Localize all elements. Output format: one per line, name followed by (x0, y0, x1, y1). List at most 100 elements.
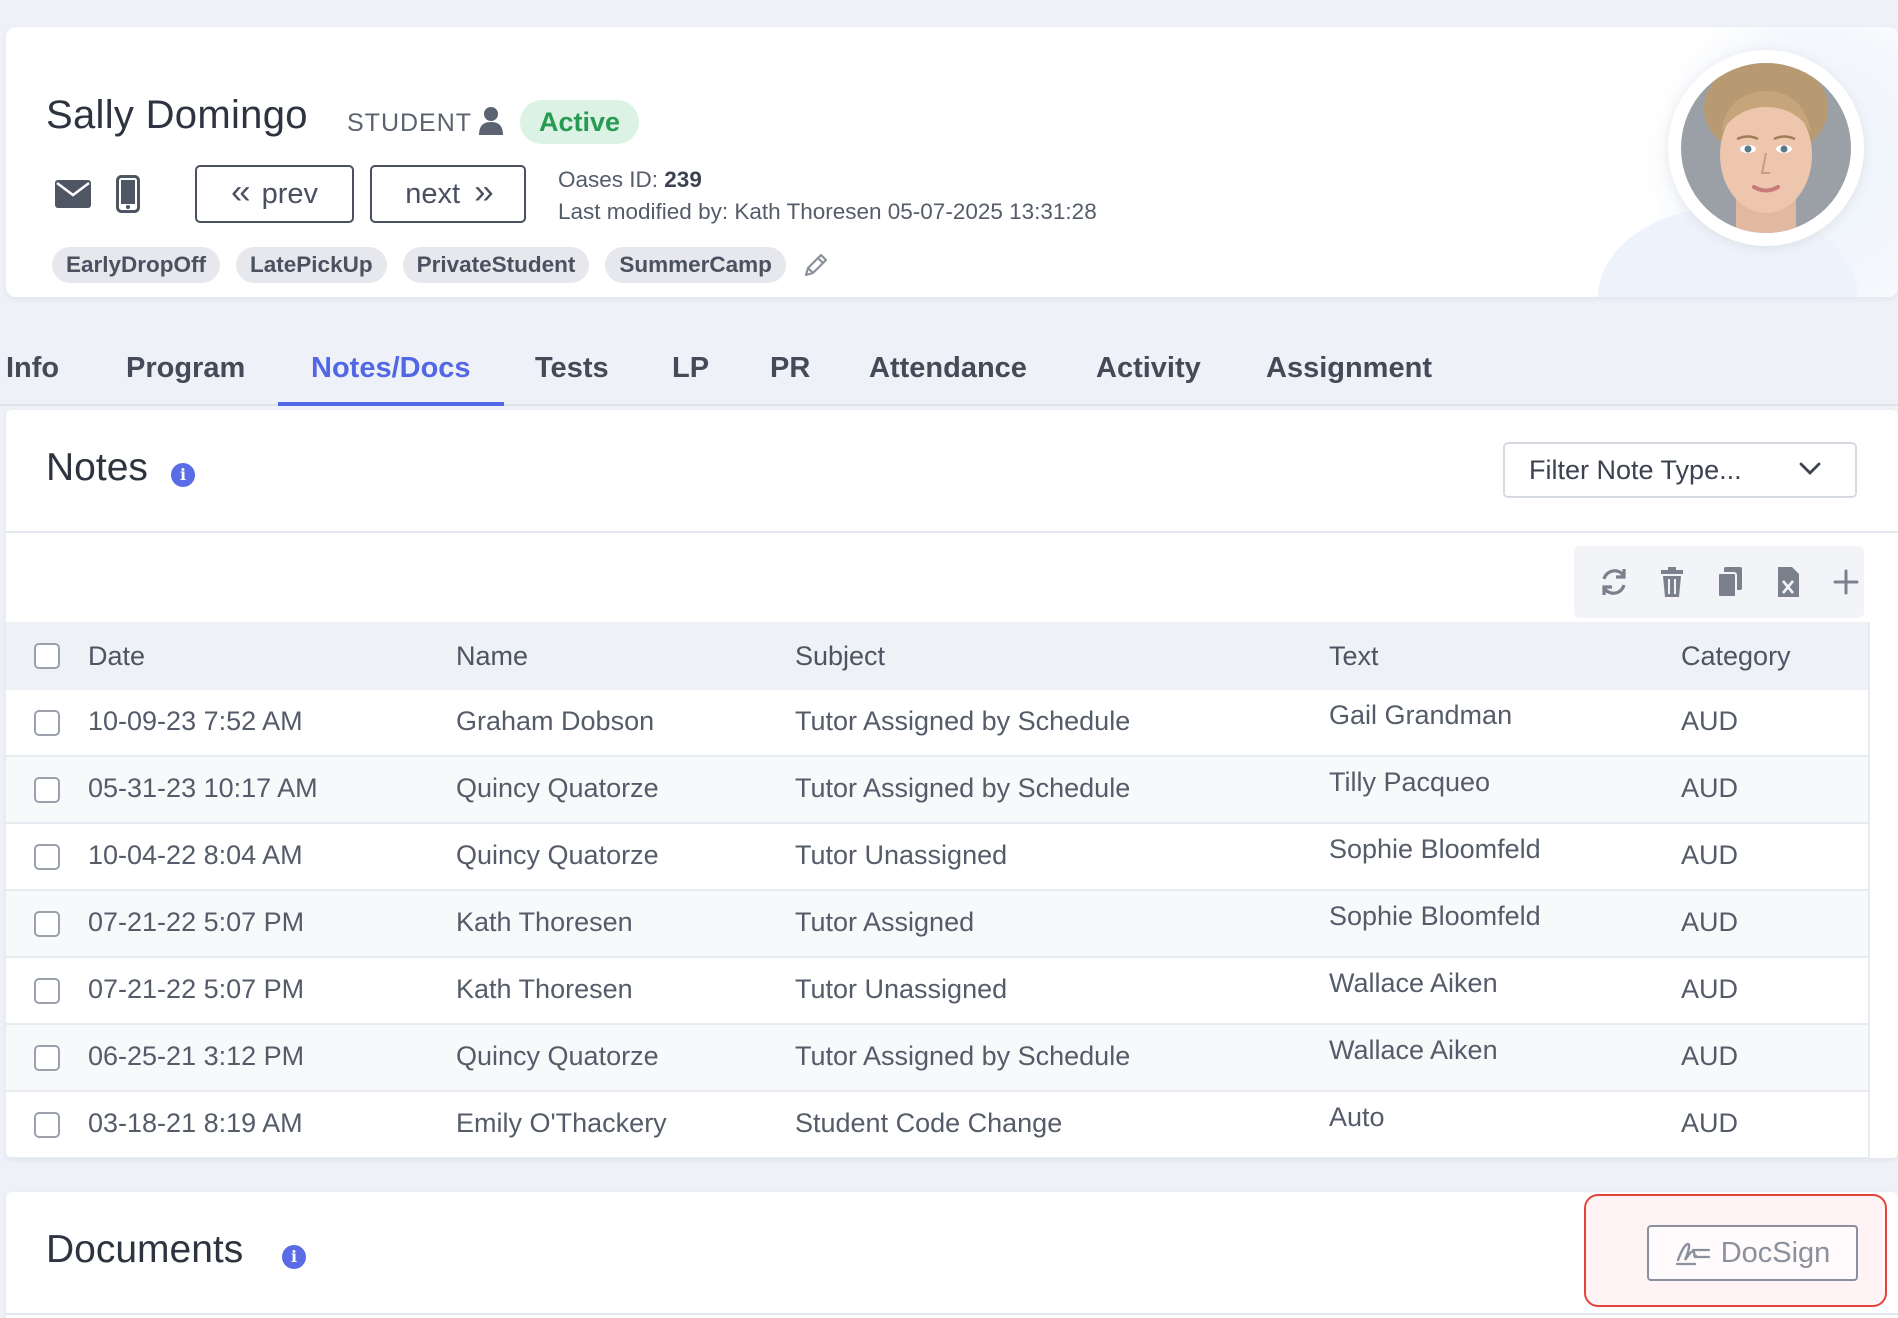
pencil-icon[interactable] (802, 251, 830, 279)
next-button[interactable]: next ›› (370, 165, 526, 223)
table-row[interactable]: 10-04-22 8:04 AM Quincy Quatorze Tutor U… (6, 824, 1868, 891)
cell-text: Wallace Aiken (1329, 968, 1498, 998)
tab-info[interactable]: Info (0, 340, 92, 406)
plus-icon[interactable] (1828, 564, 1864, 600)
cell-subject: Tutor Assigned by Schedule (795, 1041, 1131, 1071)
excel-icon[interactable] (1770, 564, 1806, 600)
tab-lp[interactable]: LP (639, 340, 742, 406)
cell-date: 10-04-22 8:04 AM (88, 840, 303, 870)
cell-date: 06-25-21 3:12 PM (88, 1041, 305, 1071)
cell-text: Gail Grandman (1329, 700, 1513, 730)
oases-id-label: Oases ID: (558, 167, 659, 192)
status-badge: Active (520, 100, 640, 144)
column-header-date[interactable]: Date (88, 622, 145, 690)
cell-name: Kath Thoresen (456, 974, 633, 1004)
tab-activity[interactable]: Activity (1063, 340, 1234, 406)
signature-icon (1675, 1242, 1710, 1266)
cell-category: AUD (1681, 840, 1739, 870)
divider (6, 531, 1898, 533)
prev-button[interactable]: ‹‹ prev (195, 165, 354, 223)
tab-assignment[interactable]: Assignment (1233, 340, 1465, 406)
column-header-name[interactable]: Name (456, 622, 528, 690)
tab-notes-docs[interactable]: Notes/Docs (278, 340, 504, 406)
student-name: Sally Domingo (46, 93, 308, 137)
row-checkbox[interactable] (34, 844, 60, 870)
row-checkbox[interactable] (34, 710, 60, 736)
column-header-text[interactable]: Text (1329, 622, 1379, 690)
tab-program[interactable]: Program (93, 340, 278, 406)
next-label: next (405, 177, 461, 210)
cell-text: Wallace Aiken (1329, 1035, 1498, 1065)
cell-category: AUD (1681, 1108, 1739, 1138)
cell-category: AUD (1681, 773, 1739, 803)
table-row[interactable]: 03-18-21 8:19 AM Emily O'Thackery Studen… (6, 1092, 1868, 1158)
notes-toolbar (1574, 546, 1864, 618)
refresh-icon[interactable] (1596, 564, 1632, 600)
tag: LatePickUp (236, 247, 387, 283)
double-chevron-left-icon: ‹‹ (230, 173, 251, 211)
notes-card: Notes i Filter Note Type... Date Name Su… (6, 410, 1898, 1158)
table-row[interactable]: 10-09-23 7:52 AM Graham Dobson Tutor Ass… (6, 690, 1868, 757)
info-icon[interactable]: i (171, 463, 195, 487)
cell-date: 07-21-22 5:07 PM (88, 974, 305, 1004)
cell-category: AUD (1681, 907, 1739, 937)
cell-text: Auto (1329, 1102, 1385, 1132)
notes-title: Notes (46, 446, 148, 489)
documents-title: Documents (46, 1228, 244, 1271)
tags-row: EarlyDropOff LatePickUp PrivateStudent S… (52, 247, 830, 283)
tag: PrivateStudent (402, 247, 590, 283)
tag: EarlyDropOff (52, 247, 221, 283)
cell-name: Graham Dobson (456, 706, 655, 736)
filter-note-type-select[interactable]: Filter Note Type... (1503, 442, 1857, 498)
table-row[interactable]: 06-25-21 3:12 PM Quincy Quatorze Tutor A… (6, 1025, 1868, 1092)
column-header-subject[interactable]: Subject (795, 622, 885, 690)
filter-note-type-value: Filter Note Type... (1529, 455, 1742, 485)
column-header-category[interactable]: Category (1681, 622, 1791, 690)
row-checkbox[interactable] (34, 777, 60, 803)
cell-name: Quincy Quatorze (456, 1041, 659, 1071)
cell-text: Sophie Bloomfeld (1329, 834, 1541, 864)
info-icon[interactable]: i (282, 1245, 306, 1269)
cell-text: Tilly Pacqueo (1329, 767, 1491, 797)
trash-icon[interactable] (1654, 564, 1690, 600)
table-row[interactable]: 07-21-22 5:07 PM Kath Thoresen Tutor Ass… (6, 891, 1868, 958)
select-all-checkbox[interactable] (34, 643, 60, 669)
student-header-card: Sally Domingo STUDENT Active ‹‹ prev nex… (6, 27, 1898, 297)
table-row[interactable]: 07-21-22 5:07 PM Kath Thoresen Tutor Una… (6, 958, 1868, 1025)
row-checkbox[interactable] (34, 978, 60, 1004)
tab-pr[interactable]: PR (737, 340, 843, 406)
table-scrollbar[interactable] (1868, 622, 1898, 1158)
cell-name: Quincy Quatorze (456, 840, 659, 870)
oases-id-value: 239 (664, 167, 702, 192)
avatar-photo (1681, 63, 1851, 233)
docsign-label: DocSign (1720, 1236, 1831, 1269)
last-modified: Last modified by: Kath Thoresen 05-07-20… (558, 199, 1097, 224)
tab-tests[interactable]: Tests (502, 340, 642, 406)
chevron-down-icon (1799, 462, 1821, 475)
cell-subject: Tutor Assigned by Schedule (795, 706, 1131, 736)
cell-category: AUD (1681, 706, 1739, 736)
double-chevron-right-icon: ›› (474, 173, 494, 211)
avatar (1668, 50, 1864, 246)
docsign-button[interactable]: DocSign (1647, 1225, 1858, 1281)
tag: SummerCamp (605, 247, 786, 283)
cell-category: AUD (1681, 974, 1739, 1004)
cell-date: 10-09-23 7:52 AM (88, 706, 303, 736)
cell-subject: Tutor Assigned (795, 907, 975, 937)
tab-bar: Info Program Notes/Docs Tests LP PR Atte… (0, 340, 1898, 406)
row-checkbox[interactable] (34, 911, 60, 937)
mail-icon[interactable] (55, 180, 91, 208)
cell-name: Emily O'Thackery (456, 1108, 667, 1138)
cell-subject: Student Code Change (795, 1108, 1063, 1138)
cell-category: AUD (1681, 1041, 1739, 1071)
cell-name: Quincy Quatorze (456, 773, 659, 803)
row-checkbox[interactable] (34, 1045, 60, 1071)
table-row[interactable]: 05-31-23 10:17 AM Quincy Quatorze Tutor … (6, 757, 1868, 824)
cell-subject: Tutor Assigned by Schedule (795, 773, 1131, 803)
table-header: Date Name Subject Text Category (6, 622, 1868, 690)
phone-icon[interactable] (116, 175, 140, 213)
copy-icon[interactable] (1712, 564, 1748, 600)
tab-attendance[interactable]: Attendance (836, 340, 1060, 406)
person-icon (479, 107, 503, 135)
row-checkbox[interactable] (34, 1112, 60, 1138)
